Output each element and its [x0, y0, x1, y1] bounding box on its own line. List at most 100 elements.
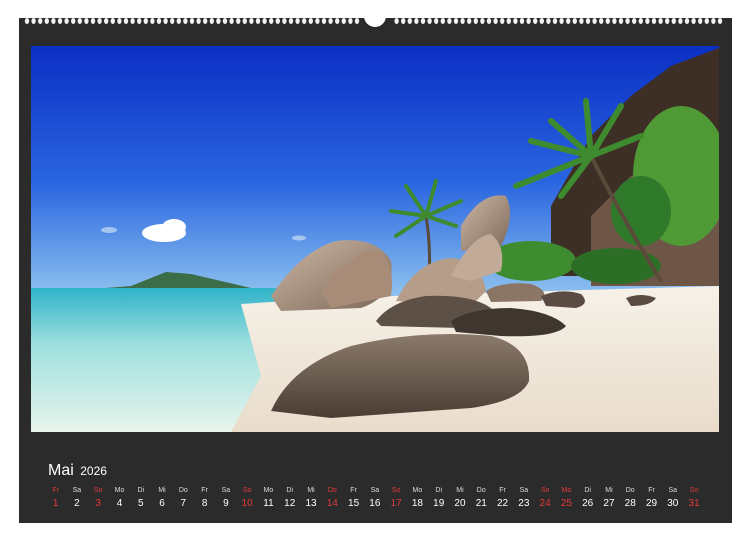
binding-loop — [156, 18, 162, 24]
day-weekday: So — [689, 487, 699, 494]
day-number: 17 — [390, 498, 402, 509]
binding-loop — [519, 18, 525, 24]
binding-loop — [229, 18, 234, 24]
binding-loop — [137, 18, 142, 24]
day-weekday: Sa — [72, 487, 82, 494]
binding-loop — [123, 18, 129, 24]
binding-loop — [546, 18, 551, 24]
day-number: 3 — [95, 498, 101, 509]
day-number: 30 — [667, 498, 679, 509]
day-number: 4 — [116, 498, 123, 509]
binding-loop — [97, 18, 102, 24]
day-number: 8 — [201, 498, 208, 509]
day-number: 13 — [305, 498, 317, 509]
day-weekday: Fr — [52, 487, 59, 494]
month-header: Mai 2026 — [48, 462, 107, 480]
binding-loop — [401, 18, 406, 24]
day-weekday: Mo — [263, 487, 274, 494]
day-cell: So 31 — [683, 486, 704, 516]
binding-loop — [684, 18, 690, 24]
day-number: 28 — [624, 498, 636, 509]
day-cell: Di 26 — [577, 486, 598, 516]
binding-loop — [189, 18, 195, 24]
day-cell: Sa 30 — [662, 486, 683, 516]
day-cell: Do 28 — [620, 486, 641, 516]
binding-loop — [143, 18, 148, 24]
binding-loop — [44, 18, 49, 24]
day-number: 16 — [369, 498, 381, 509]
day-cell: Mi 13 — [300, 486, 321, 516]
day-weekday: Do — [178, 487, 188, 494]
binding-loop — [480, 18, 485, 24]
day-weekday: Fr — [499, 487, 506, 494]
day-cell: Fr 1 — [45, 486, 66, 516]
binding-loop — [348, 18, 353, 24]
day-weekday: So — [242, 487, 252, 494]
day-weekday: Mi — [605, 487, 613, 494]
day-cell: Mo 25 — [556, 486, 577, 516]
day-cell: Di 12 — [279, 486, 300, 516]
binding-loop — [255, 18, 261, 24]
day-weekday: Mo — [114, 487, 125, 494]
day-weekday: Mi — [158, 487, 166, 494]
binding-loop — [150, 18, 155, 24]
binding-loop — [64, 18, 69, 24]
day-number: 9 — [223, 498, 229, 509]
day-cell: Di 19 — [428, 486, 449, 516]
binding-loop — [394, 18, 399, 24]
binding-loop — [420, 18, 426, 24]
binding-loop — [566, 18, 571, 24]
binding-loop — [711, 18, 716, 24]
day-weekday: So — [540, 487, 550, 494]
day-number: 1 — [52, 498, 59, 509]
day-number: 2 — [74, 498, 80, 509]
day-cell: So 10 — [237, 486, 258, 516]
day-number: 5 — [137, 498, 144, 509]
binding-loop — [77, 18, 82, 24]
day-number: 6 — [159, 498, 165, 509]
binding-loop — [170, 18, 175, 24]
binding-loop — [645, 18, 650, 24]
binding-loop — [117, 18, 122, 24]
day-cell: Sa 16 — [364, 486, 385, 516]
binding-loop — [513, 18, 518, 24]
day-number: 29 — [645, 498, 658, 509]
binding-loop — [526, 18, 531, 24]
day-number: 22 — [496, 498, 509, 509]
day-number: 20 — [454, 498, 466, 509]
binding-loop — [407, 18, 412, 24]
day-weekday: Sa — [519, 487, 529, 494]
binding-loop — [315, 18, 320, 24]
binding-loop — [196, 18, 201, 24]
binding-loop — [183, 18, 188, 24]
binding-loop — [605, 18, 610, 24]
binding-loop — [506, 18, 511, 24]
binding-loop — [321, 18, 327, 24]
day-weekday: Sa — [668, 487, 678, 494]
binding-loop — [592, 18, 597, 24]
day-weekday: Sa — [221, 487, 231, 494]
binding-loop — [110, 18, 116, 24]
day-weekday: Mo — [412, 487, 423, 494]
binding-loop — [579, 18, 584, 24]
day-cell: Do 7 — [173, 486, 194, 516]
binding-loop — [414, 18, 419, 24]
day-cell: Mo 18 — [407, 486, 428, 516]
day-weekday: So — [391, 487, 401, 494]
day-number: 11 — [263, 498, 274, 509]
binding-loop — [269, 18, 274, 24]
binding-loop — [262, 18, 267, 24]
binding-loop — [618, 18, 624, 24]
binding-loop — [328, 18, 333, 24]
binding-loop — [163, 18, 168, 24]
binding-loop — [704, 18, 709, 24]
day-number: 12 — [284, 498, 296, 509]
day-cell: Fr 15 — [343, 486, 364, 516]
binding-loop — [665, 18, 670, 24]
binding-loop — [486, 18, 492, 24]
binding-loop — [51, 18, 56, 24]
binding-loop — [216, 18, 221, 24]
binding-loop — [632, 18, 637, 24]
binding-loop — [427, 18, 432, 24]
day-cell: So 3 — [88, 486, 109, 516]
